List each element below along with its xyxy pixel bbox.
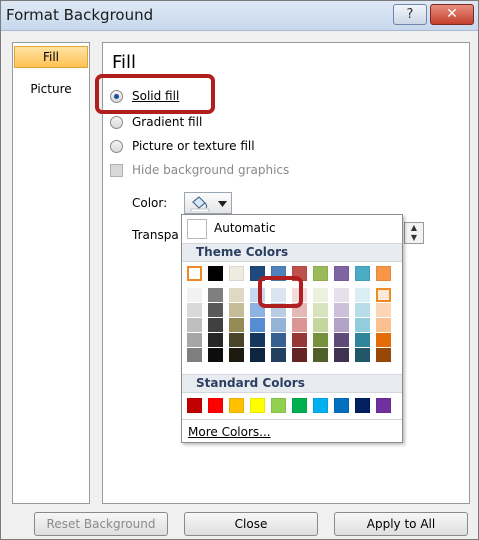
theme-tint-swatch[interactable]	[187, 333, 202, 347]
color-picker-button[interactable]	[184, 192, 232, 214]
theme-tint-swatch[interactable]	[250, 333, 265, 347]
tint-selection-highlight	[258, 276, 303, 308]
standard-color-swatch[interactable]	[208, 398, 223, 413]
theme-tint-swatch[interactable]	[187, 288, 202, 302]
theme-color-swatch[interactable]	[313, 266, 328, 281]
picture-texture-fill-label[interactable]: Picture or texture fill	[132, 139, 255, 153]
nav-item-picture[interactable]: Picture	[14, 82, 88, 100]
standard-color-swatch[interactable]	[187, 398, 202, 413]
standard-color-swatch[interactable]	[229, 398, 244, 413]
standard-color-swatch[interactable]	[250, 398, 265, 413]
theme-color-swatch[interactable]	[376, 266, 391, 281]
gradient-fill-label[interactable]: Gradient fill	[132, 115, 202, 129]
theme-tint-swatch[interactable]	[334, 288, 349, 302]
theme-tint-swatch[interactable]	[334, 333, 349, 347]
automatic-color-option[interactable]: Automatic	[214, 221, 276, 235]
standard-color-swatch[interactable]	[355, 398, 370, 413]
theme-tint-swatch[interactable]	[229, 303, 244, 317]
theme-color-swatch[interactable]	[334, 266, 349, 281]
theme-tint-swatch[interactable]	[313, 333, 328, 347]
gradient-fill-radio[interactable]	[110, 116, 123, 129]
fill-heading: Fill	[112, 52, 137, 73]
color-label: Color:	[132, 196, 168, 210]
theme-tint-swatch[interactable]	[208, 318, 223, 332]
standard-color-swatch[interactable]	[313, 398, 328, 413]
theme-color-swatch[interactable]	[229, 266, 244, 281]
apply-to-all-button[interactable]: Apply to All	[334, 512, 468, 536]
close-button[interactable]: Close	[184, 512, 318, 536]
picture-texture-fill-radio[interactable]	[110, 140, 123, 153]
theme-color-swatch[interactable]	[187, 266, 202, 281]
theme-tint-swatch[interactable]	[313, 303, 328, 317]
standard-color-swatch[interactable]	[334, 398, 349, 413]
category-nav	[12, 42, 90, 504]
nav-item-fill[interactable]: Fill	[14, 46, 88, 68]
theme-tint-swatch[interactable]	[229, 318, 244, 332]
transparency-spinner[interactable]: ▲ ▼	[404, 222, 424, 244]
theme-tint-swatch[interactable]	[208, 348, 223, 362]
theme-colors-header: Theme Colors	[182, 243, 402, 262]
standard-color-swatch[interactable]	[271, 398, 286, 413]
theme-tint-swatch[interactable]	[271, 318, 286, 332]
standard-color-swatch[interactable]	[376, 398, 391, 413]
theme-color-swatch[interactable]	[355, 266, 370, 281]
theme-tint-swatch[interactable]	[187, 303, 202, 317]
theme-tint-swatch[interactable]	[229, 348, 244, 362]
theme-tint-swatch[interactable]	[229, 288, 244, 302]
theme-tint-swatch[interactable]	[292, 318, 307, 332]
theme-tint-swatch[interactable]	[271, 333, 286, 347]
theme-tint-swatch[interactable]	[229, 333, 244, 347]
help-button[interactable]: ?	[393, 4, 427, 25]
theme-tint-swatch[interactable]	[355, 303, 370, 317]
theme-tint-swatch[interactable]	[292, 333, 307, 347]
more-colors-option[interactable]: More Colors...	[188, 425, 271, 439]
hide-bg-graphics-checkbox[interactable]	[110, 164, 123, 177]
theme-tint-swatch[interactable]	[376, 318, 391, 332]
more-colors-label[interactable]: More Colors...	[188, 425, 271, 439]
theme-tint-swatch[interactable]	[208, 288, 223, 302]
theme-tint-swatch[interactable]	[376, 333, 391, 347]
menu-separator	[182, 419, 402, 420]
close-window-button[interactable]: ✕	[430, 4, 474, 25]
theme-tint-swatch[interactable]	[355, 288, 370, 302]
theme-tint-swatch[interactable]	[376, 303, 391, 317]
theme-tint-swatch[interactable]	[208, 333, 223, 347]
theme-tint-swatch[interactable]	[250, 318, 265, 332]
theme-tint-swatch[interactable]	[250, 348, 265, 362]
theme-tint-swatch[interactable]	[355, 348, 370, 362]
window-title: Format Background	[6, 6, 154, 24]
automatic-color-swatch[interactable]	[187, 219, 207, 239]
standard-colors-header: Standard Colors	[182, 374, 402, 393]
theme-tint-swatch[interactable]	[334, 303, 349, 317]
theme-tint-swatch[interactable]	[376, 288, 391, 302]
theme-tint-swatch[interactable]	[292, 348, 307, 362]
theme-tint-swatch[interactable]	[271, 348, 286, 362]
theme-tint-swatch[interactable]	[208, 303, 223, 317]
theme-tint-swatch[interactable]	[313, 348, 328, 362]
theme-tint-swatch[interactable]	[187, 348, 202, 362]
transparency-label: Transpa	[132, 228, 179, 242]
theme-tint-swatch[interactable]	[355, 333, 370, 347]
reset-background-button[interactable]: Reset Background	[34, 512, 168, 536]
theme-tint-swatch[interactable]	[187, 318, 202, 332]
theme-tint-swatch[interactable]	[334, 348, 349, 362]
theme-tint-swatch[interactable]	[313, 288, 328, 302]
theme-tint-swatch[interactable]	[313, 318, 328, 332]
theme-tint-swatch[interactable]	[334, 318, 349, 332]
standard-color-swatch[interactable]	[292, 398, 307, 413]
theme-tint-swatch[interactable]	[355, 318, 370, 332]
theme-color-swatch[interactable]	[208, 266, 223, 281]
dropdown-arrow-icon	[218, 201, 227, 207]
solid-fill-highlight	[95, 74, 215, 114]
paint-bucket-icon	[190, 196, 210, 212]
theme-tint-swatch[interactable]	[376, 348, 391, 362]
hide-bg-graphics-label: Hide background graphics	[132, 163, 290, 177]
